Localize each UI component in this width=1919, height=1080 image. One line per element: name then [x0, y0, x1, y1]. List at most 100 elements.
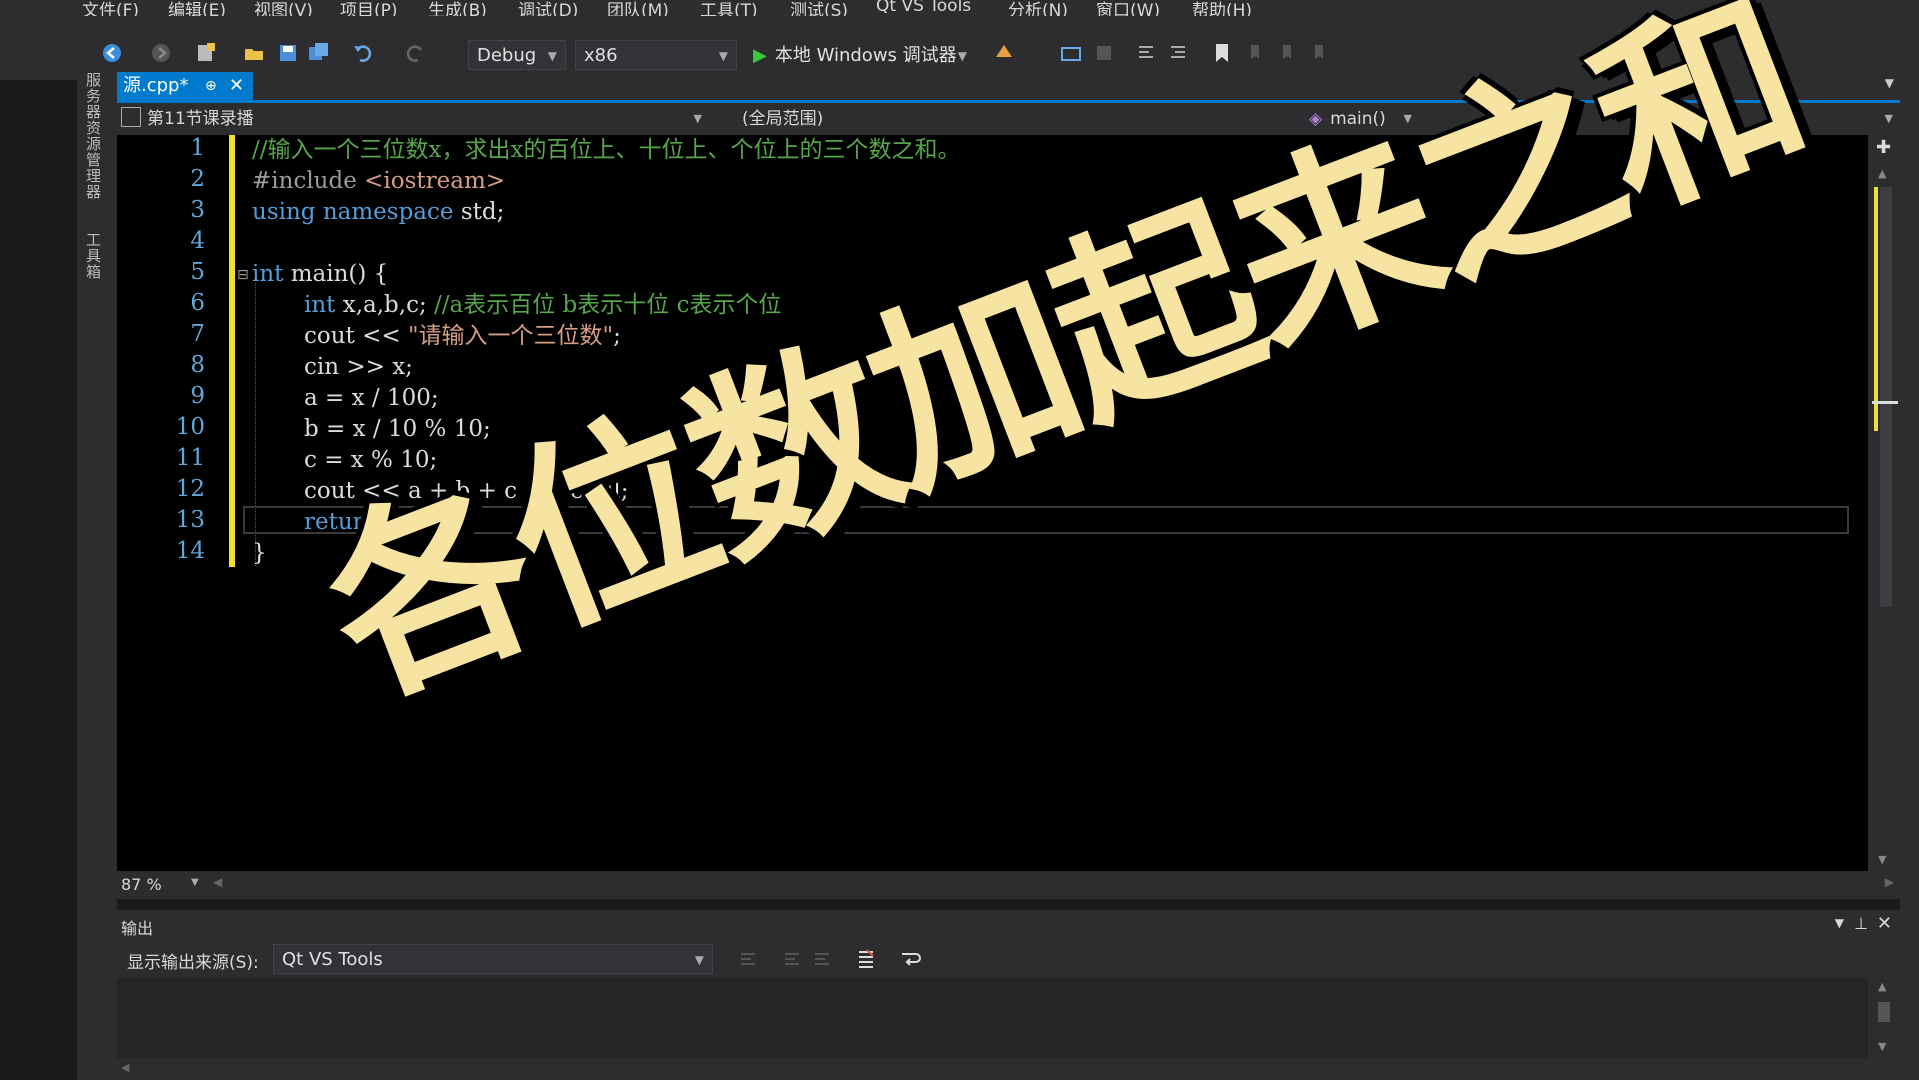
output-toolbar: 显示输出来源(S): Qt VS Tools ▼ [117, 940, 1900, 978]
back-icon[interactable] [101, 42, 123, 64]
close-icon[interactable]: ✕ [1877, 913, 1892, 934]
output-text-area[interactable] [117, 978, 1868, 1058]
chevron-down-icon: ▼ [1884, 112, 1893, 125]
keyword: int [252, 261, 284, 287]
code-line-3: using namespace std; [252, 197, 504, 227]
line-number: 4 [190, 228, 205, 254]
collapse-icon[interactable]: ⊟ [237, 267, 249, 283]
open-file-icon[interactable] [243, 42, 265, 64]
scroll-down-icon[interactable]: ▼ [1878, 853, 1886, 866]
save-all-icon[interactable] [308, 42, 330, 64]
output-horizontal-scrollbar[interactable]: ◀ [117, 1058, 1900, 1080]
editor-vertical-scrollbar[interactable]: ✚ ▲ ▼ [1868, 135, 1900, 871]
line-number: 1 [190, 135, 205, 161]
code-line-5: int main() { [252, 259, 388, 289]
bookmark-icon[interactable] [1211, 42, 1233, 64]
line-number: 3 [190, 197, 205, 223]
tab-overflow-icon[interactable]: ▼ [1885, 76, 1894, 90]
next-bookmark-icon[interactable] [1277, 42, 1299, 64]
browser-link-icon[interactable] [993, 42, 1015, 64]
tab-source-cpp[interactable]: 源.cpp* ⊕ ✕ [117, 72, 253, 100]
word-wrap-icon[interactable] [899, 948, 921, 970]
redo-icon[interactable] [404, 42, 426, 64]
string-literal: "请输入一个三位数" [407, 323, 614, 349]
code-line-1: //输入一个三位数x，求出x的百位上、十位上、个位上的三个数之和。 [252, 135, 960, 165]
chevron-down-icon: ▼ [694, 953, 704, 967]
find-message-icon[interactable] [737, 948, 759, 970]
keyword: using [252, 199, 316, 225]
screen: 文件(F) 编辑(E) 视图(V) 项目(P) 生成(B) 调试(D) 团队(M… [0, 0, 1919, 1080]
pin-icon[interactable]: ⊥ [1854, 914, 1868, 933]
output-scrollbar[interactable]: ▲ ▼ [1868, 978, 1900, 1058]
step-icon[interactable] [1060, 42, 1082, 64]
project-name: 第11节课录播 [147, 109, 254, 129]
panel-menu-icon[interactable]: ▼ [1835, 916, 1844, 930]
line-number-gutter: 1 2 3 4 5 6 7 8 9 10 11 12 13 14 [117, 135, 232, 871]
start-debugging-button[interactable]: ▶ 本地 Windows 调试器 ▼ [744, 40, 976, 70]
line-number: 9 [190, 383, 205, 409]
scope-value: (全局范围) [742, 109, 824, 129]
prev-bookmark-icon[interactable] [1245, 42, 1267, 64]
editor-status-bar: 87 % ▼ ◀ ▶ [117, 871, 1900, 899]
scroll-right-icon[interactable]: ▶ [1885, 875, 1894, 889]
scroll-left-icon[interactable]: ◀ [213, 875, 222, 889]
scroll-left-icon[interactable]: ◀ [121, 1061, 129, 1074]
configuration-dropdown[interactable]: Debug ▼ [468, 40, 566, 70]
output-source-value: Qt VS Tools [282, 949, 383, 970]
comment-lines-icon[interactable] [1135, 42, 1157, 64]
line-number: 11 [175, 445, 205, 471]
scroll-down-icon[interactable]: ▼ [1878, 1040, 1886, 1053]
forward-icon[interactable] [150, 42, 172, 64]
chevron-down-icon: ▼ [718, 49, 728, 63]
save-icon[interactable] [277, 42, 299, 64]
line-number: 10 [175, 414, 205, 440]
header-name: <iostream> [364, 168, 506, 194]
scroll-thumb[interactable] [1878, 1002, 1890, 1022]
configuration-value: Debug [477, 45, 537, 66]
start-debugging-label: 本地 Windows 调试器 [774, 45, 957, 66]
output-panel-header: 输出 ▼ ⊥ ✕ [117, 910, 1900, 940]
output-source-dropdown[interactable]: Qt VS Tools ▼ [273, 944, 713, 974]
clear-all-icon[interactable] [855, 948, 877, 970]
scroll-thumb[interactable] [1880, 187, 1892, 607]
uncomment-lines-icon[interactable] [1167, 42, 1189, 64]
menu-qt-vs-tools[interactable]: Qt VS Tools [876, 0, 971, 16]
code-line-9: a = x / 100; [304, 383, 439, 413]
clear-bookmarks-icon[interactable] [1309, 42, 1331, 64]
previous-message-icon[interactable] [781, 948, 803, 970]
keyword: namespace [322, 199, 454, 225]
platform-dropdown[interactable]: x86 ▼ [575, 40, 737, 70]
code-text: main() { [283, 261, 389, 287]
tab-title: 源.cpp* [123, 75, 189, 96]
change-overview-marker [1874, 187, 1878, 431]
side-tool-tabs: 服务器资源管理器 工具箱 [77, 72, 117, 1080]
zoom-level[interactable]: 87 % [121, 875, 162, 894]
next-message-icon[interactable] [811, 948, 833, 970]
code-text: cout << [304, 323, 408, 349]
line-number: 12 [175, 476, 205, 502]
change-tracking-bar [229, 135, 235, 567]
code-text: cin >> x; [304, 354, 413, 380]
line-number: 6 [190, 290, 205, 316]
split-icon[interactable]: ✚ [1876, 137, 1891, 158]
code-text: std; [453, 199, 505, 225]
code-line-8: cin >> x; [304, 352, 413, 382]
right-margin [1900, 80, 1919, 1080]
scroll-up-icon[interactable]: ▲ [1878, 980, 1886, 993]
code-line-2: #include <iostream> [252, 166, 505, 196]
code-line-14: } [252, 538, 267, 568]
line-number: 5 [190, 259, 205, 285]
undo-icon[interactable] [352, 42, 374, 64]
new-project-icon[interactable] [195, 42, 217, 64]
scroll-up-icon[interactable]: ▲ [1878, 167, 1886, 180]
toggle-icon[interactable] [1093, 42, 1115, 64]
server-explorer-tab[interactable]: 服务器资源管理器 [83, 72, 104, 200]
toolbox-tab[interactable]: 工具箱 [83, 232, 104, 280]
pin-icon[interactable]: ⊕ [205, 72, 217, 100]
code-text: x,a,b,c; [335, 292, 435, 318]
close-icon[interactable]: ✕ [229, 72, 244, 100]
project-dropdown[interactable]: 第11节课录播 ▼ [121, 105, 706, 133]
play-icon: ▶ [753, 45, 767, 66]
chevron-down-icon[interactable]: ▼ [191, 877, 199, 888]
project-icon [121, 107, 141, 127]
